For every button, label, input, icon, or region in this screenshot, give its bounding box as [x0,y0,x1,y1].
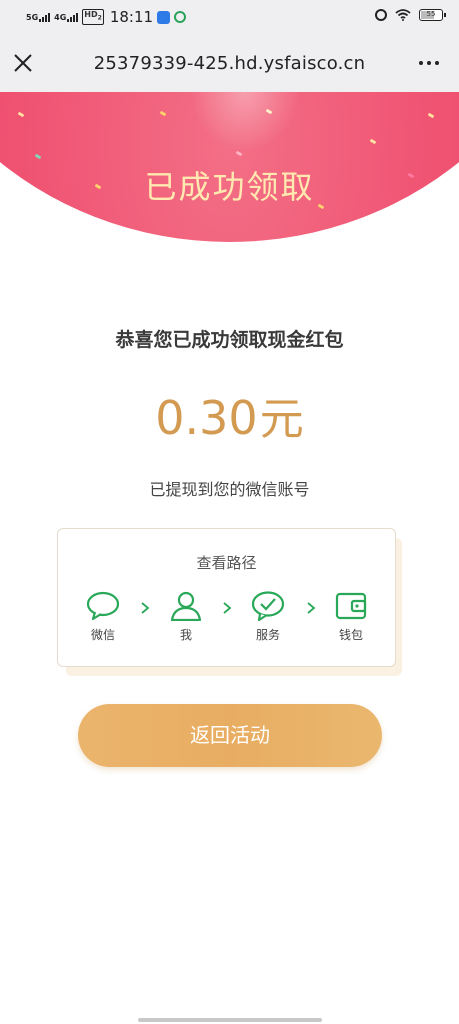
chevron-right-icon [223,602,232,614]
signal-4g: 4G [54,12,79,22]
network-type-label: 5G [26,12,39,22]
hd-sub-label: 2 [97,14,102,22]
hd-label: HD [84,10,98,20]
step-label: 微信 [90,628,115,642]
browser-toolbar: 25379339-425.hd.ysfaisco.cn [0,36,459,92]
signal-5g: 5G [26,12,51,22]
step-label: 我 [179,628,192,642]
step-me: 我 [161,591,211,643]
status-bar: 5G 4G HD2 18:11 55 [0,0,459,36]
banner-glow [190,92,300,152]
chevron-right-icon [307,602,316,614]
wifi-icon [395,9,411,21]
step-services: 服务 [243,591,293,643]
hd-voice-badge: HD2 [82,9,104,25]
home-indicator[interactable] [138,1018,322,1022]
success-banner: 已成功领取 [0,92,459,272]
battery-icon: 55 [419,9,446,21]
status-left: 5G 4G HD2 18:11 [26,8,187,26]
path-card-title: 查看路径 [196,554,257,572]
alarm-icon [375,9,387,21]
more-icon[interactable] [419,61,439,65]
congrats-heading: 恭喜您已成功领取现金红包 [115,329,344,351]
amount-unit: 元 [259,394,304,445]
reward-amount: 0.30元 [0,383,459,447]
step-wechat: 微信 [78,591,128,643]
signal-bars-icon [67,12,79,22]
status-time: 18:11 [109,8,154,26]
signal-bars-icon [39,12,51,22]
page-url: 25379339-425.hd.ysfaisco.cn [93,53,366,74]
step-wallet: 钱包 [326,591,376,643]
chat-bubble-icon [86,591,120,621]
user-icon [170,591,202,621]
network-type-label: 4G [54,12,67,22]
amount-value: 0.30 [155,391,258,445]
withdraw-note: 已提现到您的微信账号 [149,480,310,499]
app-notification-icon [157,10,171,24]
back-to-activity-button[interactable]: 返回活动 [78,704,382,767]
step-label: 服务 [255,628,280,642]
path-card: 查看路径 微信 我 服务 钱包 [57,528,396,667]
step-label: 钱包 [338,628,363,642]
battery-level: 55 [426,10,436,18]
check-circle-icon [251,591,285,621]
banner-title: 已成功领取 [144,168,315,206]
chevron-right-icon [141,602,150,614]
app-notification-icon [174,11,187,23]
status-right: 55 [375,9,446,21]
wallet-icon [335,592,367,620]
